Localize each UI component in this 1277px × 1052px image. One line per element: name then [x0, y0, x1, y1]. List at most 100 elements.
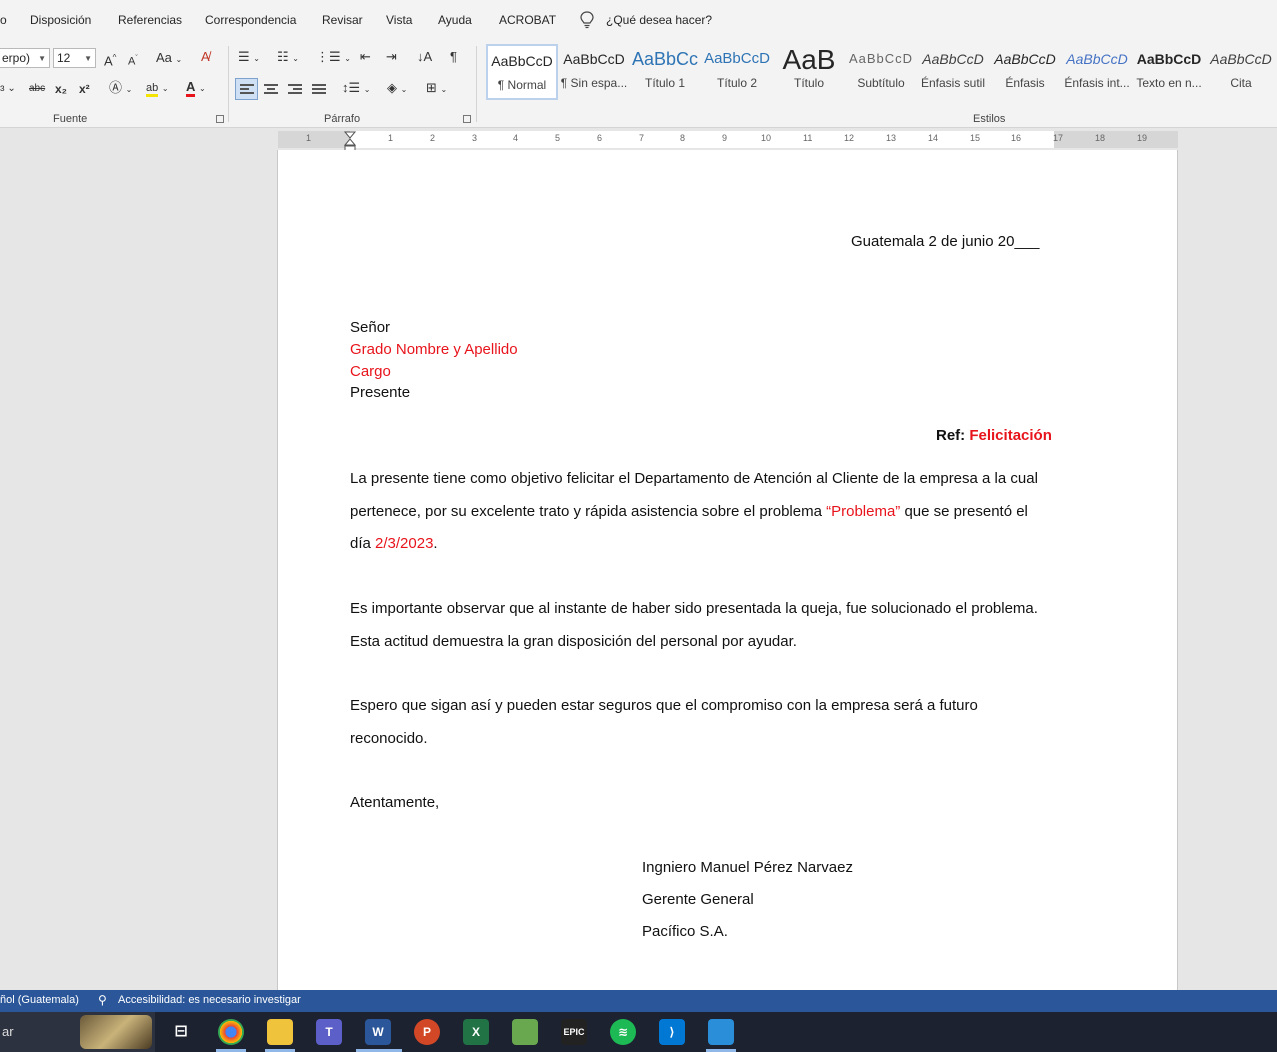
font-size-value: 12 [57, 51, 71, 65]
menu-item-ayuda[interactable]: Ayuda [438, 13, 472, 27]
spotify-icon[interactable]: ≋ [610, 1019, 636, 1045]
multilevel-list-icon[interactable]: ⋮☰ ⌄ [316, 49, 351, 67]
style-enfasis[interactable]: AaBbCcD Énfasis [989, 44, 1061, 100]
style-sin-espaciado[interactable]: AaBbCcD ¶ Sin espa... [558, 44, 630, 100]
style-preview: AaBbCcD [563, 51, 625, 67]
problem-date: 2/3/2023 [375, 535, 434, 552]
lightbulb-icon[interactable] [580, 11, 594, 29]
bullets-icon[interactable]: ☰ ⌄ [238, 49, 260, 67]
sort-icon[interactable]: ↓A [417, 49, 432, 65]
language-indicator[interactable]: ñol (Guatemala) [0, 994, 79, 1006]
reference-line: Ref: Felicitación [936, 427, 1052, 444]
ruler-number: 17 [1053, 133, 1064, 143]
borders-icon[interactable]: ⊞ ⌄ [426, 80, 447, 98]
font-dialog-launcher-icon[interactable] [216, 115, 224, 123]
style-name: ¶ Normal [497, 78, 547, 92]
chrome-icon[interactable] [218, 1019, 244, 1045]
font-size-combo[interactable]: 12 ▼ [53, 48, 96, 68]
style-titulo-1[interactable]: AaBbCc Título 1 [629, 44, 701, 100]
accessibility-status[interactable]: Accesibilidad: es necesario investigar [118, 994, 301, 1006]
style-name: Título [793, 76, 824, 90]
style-cita[interactable]: AaBbCcD Cita [1205, 44, 1277, 100]
grow-font-icon[interactable]: A^ [104, 50, 116, 69]
search-highlight-image[interactable] [80, 1015, 152, 1049]
excel-icon[interactable]: X [463, 1019, 489, 1045]
menu-item-referencias[interactable]: Referencias [118, 13, 182, 27]
increase-indent-icon[interactable]: ⇥ [386, 49, 397, 65]
indent-marker-icon[interactable] [344, 131, 356, 152]
paragraph-1: La presente tiene como objetivo felicita… [350, 463, 1050, 561]
shading-icon[interactable]: ◈ ⌄ [387, 80, 407, 98]
chevron-down-icon[interactable]: ▼ [38, 54, 46, 63]
salutation: Señor [350, 319, 391, 336]
numbering-icon[interactable]: ☷ ⌄ [277, 49, 299, 67]
word-icon[interactable]: W [365, 1019, 391, 1045]
ruler-number: 9 [722, 133, 728, 143]
line-spacing-icon[interactable]: ↕☰ ⌄ [342, 80, 370, 98]
teams-icon[interactable]: T [316, 1019, 342, 1045]
justify-icon[interactable] [312, 84, 326, 96]
underline-dropdown-icon[interactable]: ɜ ⌄ [0, 81, 16, 97]
document-page[interactable]: Guatemala 2 de junio 20___ Señor Grado N… [277, 150, 1178, 992]
style-enfasis-intenso[interactable]: AaBbCcD Énfasis int... [1061, 44, 1133, 100]
menu-bar: o Disposición Referencias Correspondenci… [0, 0, 1277, 40]
style-normal[interactable]: AaBbCcD ¶ Normal [486, 44, 558, 100]
font-name-combo[interactable]: erpo) ▼ [0, 48, 50, 68]
strikethrough-button[interactable]: abc [29, 81, 45, 97]
style-texto-en-negrita[interactable]: AaBbCcD Texto en n... [1133, 44, 1205, 100]
align-right-icon[interactable] [288, 84, 302, 96]
style-titulo-2[interactable]: AaBbCcD Título 2 [701, 44, 773, 100]
task-view-icon[interactable]: ⊟ [168, 1019, 194, 1045]
decrease-indent-icon[interactable]: ⇤ [360, 49, 371, 65]
ruler-number: 6 [597, 133, 603, 143]
ruler-number: 1 [306, 133, 312, 143]
menu-item-diseno[interactable]: o [0, 13, 7, 27]
ruler-number: 4 [513, 133, 519, 143]
style-titulo[interactable]: AaB Título [773, 44, 845, 100]
ruler-number: 16 [1011, 133, 1022, 143]
photos-icon[interactable] [708, 1019, 734, 1045]
font-color-icon[interactable]: A ⌄ [186, 79, 206, 97]
style-name: Énfasis [1005, 76, 1045, 90]
ref-value: Felicitación [969, 427, 1052, 444]
file-explorer-icon[interactable] [267, 1019, 293, 1045]
ruler-number: 1 [388, 133, 394, 143]
paragraph-1-text: . [433, 535, 438, 552]
horizontal-ruler[interactable]: 1 1 2 3 4 5 6 7 8 9 10 11 12 13 14 15 16… [278, 131, 1178, 152]
style-subtitulo[interactable]: AaBbCcD Subtítulo [845, 44, 917, 100]
align-center-icon[interactable] [264, 84, 278, 96]
menu-item-disposicion[interactable]: Disposición [30, 13, 91, 27]
menu-item-correspondencia[interactable]: Correspondencia [205, 13, 296, 27]
style-name: Énfasis int... [1064, 76, 1130, 90]
accessibility-icon[interactable]: ⚲ [98, 993, 107, 1007]
style-preview: AaB [782, 44, 836, 74]
change-case-button[interactable]: Aa ⌄ [156, 50, 182, 68]
clear-formatting-icon[interactable]: A̸ [201, 49, 210, 65]
style-preview: AaBbCcD [704, 50, 770, 67]
minecraft-icon[interactable] [512, 1019, 538, 1045]
menu-item-revisar[interactable]: Revisar [322, 13, 363, 27]
paragraph-3: Espero que sigan así y pueden estar segu… [350, 697, 978, 747]
text-effects-icon[interactable]: Ⓐ ⌄ [109, 80, 132, 98]
superscript-button[interactable]: x² [79, 81, 90, 97]
epic-games-icon[interactable]: EPIC [561, 1019, 587, 1045]
shrink-font-icon[interactable]: Aˇ [128, 51, 138, 70]
ruler-number: 14 [928, 133, 939, 143]
vscode-icon[interactable]: ⟩ [659, 1019, 685, 1045]
style-enfasis-sutil[interactable]: AaBbCcD Énfasis sutil [917, 44, 989, 100]
highlight-color-icon[interactable]: ab ⌄ [146, 79, 169, 97]
paragraph-dialog-launcher-icon[interactable] [463, 115, 471, 123]
menu-item-acrobat[interactable]: ACROBAT [499, 13, 556, 27]
style-preview: AaBbCcD [994, 51, 1056, 67]
style-preview: AaBbCcD [1066, 51, 1128, 67]
powerpoint-icon[interactable]: P [414, 1019, 440, 1045]
show-formatting-icon[interactable]: ¶ [450, 49, 457, 65]
recipient-name: Grado Nombre y Apellido [350, 341, 518, 358]
subscript-button[interactable]: x₂ [55, 81, 67, 97]
style-name: ¶ Sin espa... [560, 76, 628, 90]
menu-item-vista[interactable]: Vista [386, 13, 412, 27]
tell-me-search[interactable]: ¿Qué desea hacer? [606, 13, 712, 27]
chevron-down-icon[interactable]: ▼ [84, 54, 92, 63]
ruler-number: 12 [844, 133, 855, 143]
style-name: Cita [1230, 76, 1252, 90]
